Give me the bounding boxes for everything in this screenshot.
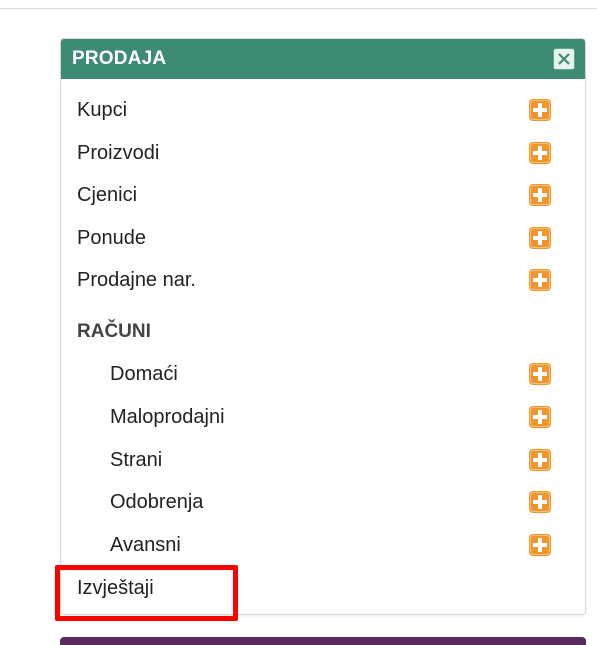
- menu-item-label[interactable]: Strani: [110, 449, 162, 472]
- plus-icon[interactable]: [528, 183, 552, 207]
- menu-item-kupci[interactable]: Kupci: [61, 93, 585, 127]
- plus-icon[interactable]: [528, 268, 552, 292]
- menu-item-prodajne-nar[interactable]: Prodajne nar.: [61, 263, 585, 297]
- menu-item-ponude[interactable]: Ponude: [61, 221, 585, 255]
- menu-item-strani[interactable]: Strani: [61, 443, 585, 477]
- section-title-racuni: RAČUNI: [77, 321, 151, 342]
- menu-item-label[interactable]: Maloprodajni: [110, 406, 225, 429]
- close-button[interactable]: [553, 48, 575, 70]
- menu-item-maloprodajni[interactable]: Maloprodajni: [61, 400, 585, 434]
- top-divider: [0, 8, 597, 9]
- menu-item-cjenici[interactable]: Cjenici: [61, 178, 585, 212]
- plus-icon[interactable]: [528, 362, 552, 386]
- menu-item-label[interactable]: Avansni: [110, 534, 181, 557]
- sales-panel: PRODAJA Kupci Proizvodi Cjenici Ponude P…: [60, 38, 586, 615]
- menu-item-label[interactable]: Odobrenja: [110, 491, 203, 514]
- plus-icon[interactable]: [528, 448, 552, 472]
- plus-icon[interactable]: [528, 226, 552, 250]
- menu-item-odobrenja[interactable]: Odobrenja: [61, 485, 585, 519]
- panel-header: PRODAJA: [61, 39, 585, 79]
- plus-icon[interactable]: [528, 490, 552, 514]
- close-icon: [558, 53, 570, 65]
- next-panel-header[interactable]: [60, 637, 586, 645]
- panel-title: PRODAJA: [72, 48, 167, 69]
- plus-icon[interactable]: [528, 141, 552, 165]
- highlight-annotation: [55, 565, 238, 621]
- menu-item-label[interactable]: Cjenici: [77, 184, 137, 207]
- menu-item-label[interactable]: Proizvodi: [77, 142, 159, 165]
- menu-item-avansni[interactable]: Avansni: [61, 528, 585, 562]
- menu-item-label[interactable]: Ponude: [77, 227, 146, 250]
- menu-item-label[interactable]: Prodajne nar.: [77, 269, 196, 292]
- menu-item-label[interactable]: Domaći: [110, 363, 178, 386]
- plus-icon[interactable]: [528, 533, 552, 557]
- plus-icon[interactable]: [528, 405, 552, 429]
- plus-icon[interactable]: [528, 98, 552, 122]
- menu-item-label[interactable]: Kupci: [77, 99, 127, 122]
- menu-item-domaci[interactable]: Domaći: [61, 357, 585, 391]
- menu-item-proizvodi[interactable]: Proizvodi: [61, 136, 585, 170]
